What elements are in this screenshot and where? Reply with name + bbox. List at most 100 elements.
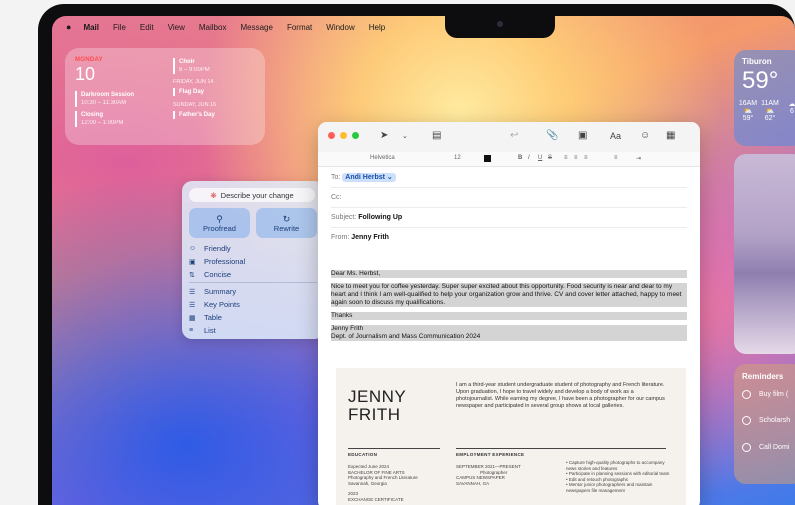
format-key-points[interactable]: ☰ Key Points [189, 300, 240, 309]
menu-message[interactable]: Message [240, 23, 272, 32]
indent-icon[interactable]: ⇥ [636, 155, 641, 162]
close-icon[interactable] [328, 132, 335, 139]
calendar-event[interactable]: Flag Day [173, 88, 204, 96]
menu-view[interactable]: View [168, 23, 185, 32]
reply-icon[interactable]: ↩ [510, 130, 518, 141]
format-list[interactable]: ≡ List [189, 326, 216, 335]
bold-icon[interactable]: B [518, 155, 522, 161]
signature-name: Jenny Frith [331, 325, 687, 333]
message-body[interactable]: Dear Ms. Herbst, Nice to meet you for co… [331, 270, 687, 341]
photo-widget[interactable] [734, 154, 795, 354]
menu-mail[interactable]: Mail [83, 23, 99, 32]
subject-value: Following Up [358, 214, 403, 221]
reminder-label: Scholarsh [759, 417, 791, 424]
format-text-icon[interactable]: Aa [610, 131, 621, 141]
header-fields-icon[interactable]: ▤ [432, 130, 441, 141]
bullet-text: Edit and retouch photographs [568, 476, 628, 482]
reminder-item[interactable]: Call Domi [742, 443, 789, 452]
calendar-event[interactable]: Choir 8 – 9:00PM [173, 58, 210, 74]
align-right-icon[interactable]: ≡ [584, 155, 588, 161]
chevron-down-icon[interactable]: ⌄ [402, 132, 408, 140]
calendar-event[interactable]: Darkroom Session 10:30 – 11:30AM [75, 91, 134, 107]
emoji-icon[interactable]: ☺ [640, 130, 650, 141]
subject-label: Subject: [331, 214, 357, 221]
menu-help[interactable]: Help [369, 23, 385, 32]
photo-browser-icon[interactable]: ▣ [578, 130, 587, 141]
size-select[interactable]: 12 [454, 155, 461, 161]
event-time: 12:00 – 1:00PM [81, 120, 124, 126]
format-table[interactable]: ▦ Table [189, 313, 222, 322]
list-format-icon[interactable]: ≡ [614, 155, 618, 161]
summary-icon: ☰ [189, 288, 196, 296]
employment-heading: EMPLOYMENT EXPERIENCE [456, 452, 525, 457]
resume-divider [456, 448, 666, 449]
to-label: To: [331, 174, 341, 181]
rewrite-button[interactable]: ↻ Rewrite [256, 208, 317, 238]
cc-field[interactable]: Cc: [331, 188, 687, 208]
media-icon[interactable]: ▦ [666, 130, 675, 141]
event-title: Father's Day [179, 112, 215, 118]
education-heading: EDUCATION [348, 452, 378, 457]
recipient-chip[interactable]: Andi Herbst ⌄ [342, 173, 396, 182]
tone-friendly[interactable]: ☺ Friendly [189, 244, 231, 253]
resume-name: JENNY FRITH [348, 388, 406, 424]
camera-notch [445, 16, 555, 38]
format-label: Table [204, 313, 222, 322]
resume-attachment[interactable]: JENNY FRITH I am a third-year student un… [336, 368, 686, 505]
menu-format[interactable]: Format [287, 23, 312, 32]
format-label: List [204, 326, 216, 335]
tone-professional[interactable]: ▣ Professional [189, 257, 245, 266]
format-summary[interactable]: ☰ Summary [189, 287, 236, 296]
apple-menu-icon[interactable]: ● [66, 22, 71, 32]
format-bar: Helvetica 12 B I U S ≡ ≡ ≡ ≡ ⇥ [318, 152, 700, 167]
to-field[interactable]: To: Andi Herbst ⌄ [331, 168, 687, 188]
resume-name-last: FRITH [348, 405, 401, 424]
menu-edit[interactable]: Edit [140, 23, 154, 32]
zoom-icon[interactable] [352, 132, 359, 139]
divider [189, 282, 317, 283]
from-field[interactable]: From: Jenny Frith [331, 228, 687, 247]
subject-field[interactable]: Subject: Following Up [331, 208, 687, 228]
camera-icon [497, 21, 503, 27]
tone-label: Concise [204, 270, 232, 279]
describe-label: Describe your change [220, 190, 294, 200]
calendar-widget[interactable]: MONDAY 10 Darkroom Session 10:30 – 11:30… [65, 48, 265, 145]
menu-mailbox[interactable]: Mailbox [199, 23, 227, 32]
event-time: 8 – 9:00PM [179, 67, 210, 73]
smile-icon: ☺ [189, 245, 197, 252]
reminder-item[interactable]: Buy film ( [742, 390, 788, 399]
menu-file[interactable]: File [113, 23, 126, 32]
weather-widget[interactable]: Tiburon 59° 16AM ⛅ 59° 11AM ⛅ 62° ☁ 6 [734, 50, 795, 146]
magnifier-icon: ⚲ [216, 213, 223, 224]
attachment-icon[interactable]: 📎 [546, 130, 558, 141]
bullet-text: Capture high-quality photographs to acco… [566, 460, 665, 471]
underline-icon[interactable]: U [538, 155, 542, 161]
tone-label: Friendly [204, 244, 231, 253]
minimize-icon[interactable] [340, 132, 347, 139]
forecast-item: 11AM ⛅ 62° [760, 100, 780, 122]
calendar-date: 10 [75, 64, 96, 84]
reminder-item[interactable]: Scholarsh [742, 416, 790, 425]
reminders-widget[interactable]: Reminders Buy film ( Scholarsh Call Domi [734, 364, 795, 484]
calendar-event[interactable]: Closing 12:00 – 1:00PM [75, 111, 123, 127]
tone-concise[interactable]: ⇅ Concise [189, 270, 231, 279]
calendar-event[interactable]: Father's Day [173, 111, 215, 119]
describe-change-input[interactable]: ❋ Describe your change [189, 188, 315, 202]
text-color-swatch[interactable] [484, 155, 491, 162]
font-select[interactable]: Helvetica [370, 155, 395, 161]
education-line: Photography and French Literature [348, 475, 418, 480]
compose-window: ➤ ⌄ ▤ ↩ 📎 ▣ Aa ☺ ▦ Helvetica 12 B I U S … [318, 122, 700, 505]
send-icon[interactable]: ➤ [380, 130, 388, 141]
align-left-icon[interactable]: ≡ [564, 155, 568, 161]
signature-dept: Dept. of Journalism and Mass Communicati… [331, 333, 687, 341]
checkbox-icon[interactable] [742, 416, 751, 425]
proofread-button[interactable]: ⚲ Proofread [189, 208, 250, 238]
cc-label: Cc: [331, 194, 342, 201]
checkbox-icon[interactable] [742, 390, 751, 399]
checkbox-icon[interactable] [742, 443, 751, 452]
align-center-icon[interactable]: ≡ [574, 155, 578, 161]
strikethrough-icon[interactable]: S [548, 155, 552, 161]
italic-icon[interactable]: I [528, 155, 530, 161]
menu-window[interactable]: Window [326, 23, 354, 32]
cloud-sun-icon: ⛅ [765, 108, 775, 115]
